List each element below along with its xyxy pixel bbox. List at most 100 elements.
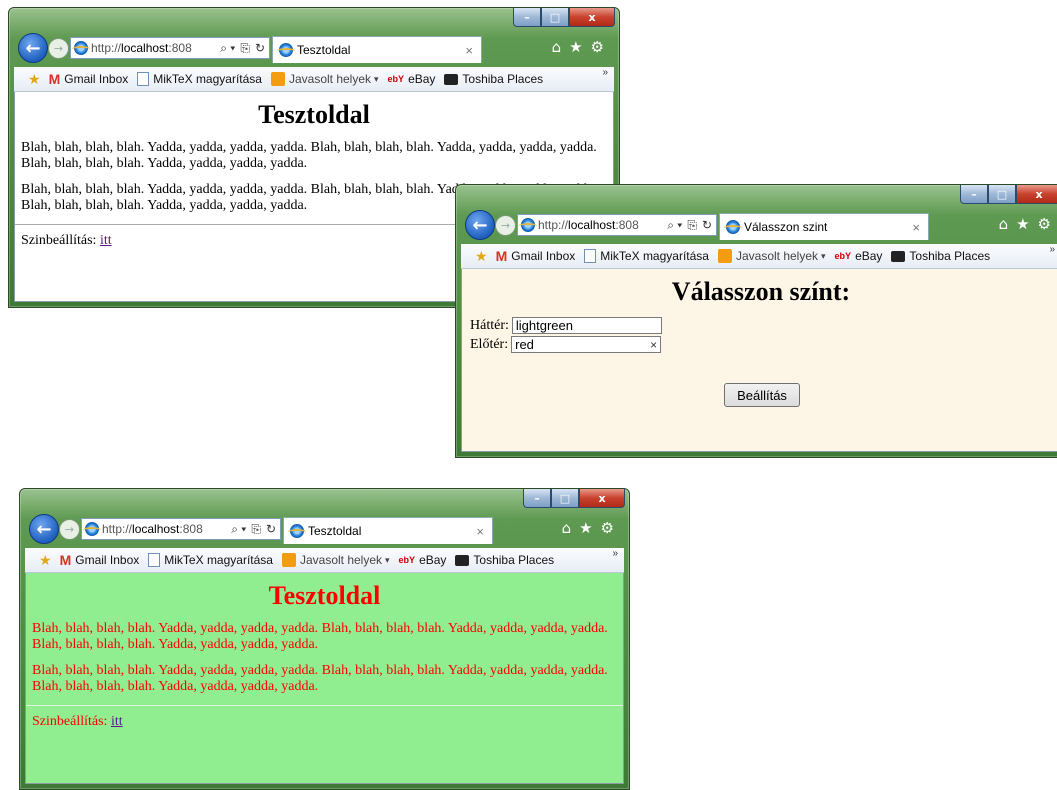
ie-tab-icon — [724, 220, 742, 234]
apply-button[interactable]: Beállítás — [724, 383, 800, 407]
tab-close-icon[interactable]: × — [476, 524, 484, 539]
forward-arrow-icon: → — [500, 219, 511, 232]
favorite-miktex[interactable]: MikTeX magyarítása — [584, 249, 709, 263]
compatibility-view-icon[interactable]: ⎘ — [240, 41, 250, 56]
favorite-toshiba-places[interactable]: Toshiba Places — [455, 553, 554, 567]
more-favorites-icon[interactable]: » — [612, 548, 618, 559]
add-favorites-icon[interactable]: ★ — [39, 552, 52, 569]
page-icon — [148, 553, 161, 567]
suggested-sites-icon — [281, 553, 296, 567]
favorite-gmail-inbox[interactable]: M Gmail Inbox — [60, 552, 140, 568]
tab-close-icon[interactable]: × — [912, 220, 920, 235]
back-arrow-icon: ← — [25, 37, 41, 59]
navigation-bar: ← → http://localhost:808 ⌕ ▾ ⎘ ↻ Tesztol… — [29, 513, 620, 545]
back-arrow-icon: ← — [36, 518, 52, 540]
gmail-icon: M — [48, 71, 61, 87]
gmail-icon: M — [59, 552, 72, 568]
foreground-row: Előtér: red × — [470, 336, 1057, 353]
divider — [26, 705, 623, 706]
background-label: Háttér: — [470, 317, 509, 333]
address-url[interactable]: http://localhost:808 — [538, 218, 639, 232]
browser-window-choose-color: – □ x ← → http://localhost:808 ⌕ ▾ ⎘ ↻ V… — [455, 184, 1057, 458]
background-color-input[interactable]: lightgreen — [511, 317, 662, 334]
favorites-bar: ★ M Gmail Inbox MikTeX magyarítása Javaso… — [14, 67, 614, 92]
search-dropdown-icon[interactable]: ⌕ ▾ — [667, 218, 682, 233]
ebay-icon: ebY — [398, 555, 416, 565]
search-dropdown-icon[interactable]: ⌕ ▾ — [231, 522, 246, 537]
compatibility-view-icon[interactable]: ⎘ — [687, 218, 697, 233]
foreground-color-input[interactable]: red × — [511, 336, 662, 353]
favorites-bar: ★ M Gmail Inbox MikTeX magyarítása Javaso… — [25, 548, 624, 573]
gear-icon[interactable]: ⚙ — [601, 519, 614, 537]
suggested-sites-icon — [717, 249, 732, 263]
ie-page-icon — [83, 522, 101, 536]
back-button[interactable]: ← — [465, 210, 495, 240]
favorite-toshiba-places[interactable]: Toshiba Places — [444, 72, 543, 86]
favorite-gmail-inbox[interactable]: M Gmail Inbox — [496, 248, 576, 264]
address-bar[interactable]: http://localhost:808 ⌕ ▾ ⎘ ↻ — [70, 37, 270, 59]
toshiba-icon — [455, 554, 470, 566]
address-url[interactable]: http://localhost:808 — [91, 41, 192, 55]
refresh-icon[interactable]: ↻ — [255, 41, 265, 56]
address-bar[interactable]: http://localhost:808 ⌕ ▾ ⎘ ↻ — [81, 518, 281, 540]
toolbar-icons: ⌂ ★ ⚙ — [552, 38, 604, 56]
refresh-icon[interactable]: ↻ — [266, 522, 276, 537]
tab-title: Válasszon szint — [744, 220, 828, 234]
chevron-down-icon: ▾ — [385, 554, 390, 565]
favorite-suggested-sites[interactable]: Javasolt helyek ▾ — [717, 249, 826, 263]
favorite-suggested-sites[interactable]: Javasolt helyek ▾ — [270, 72, 379, 86]
forward-button[interactable]: → — [59, 519, 80, 540]
back-arrow-icon: ← — [472, 214, 488, 236]
color-settings-link[interactable]: itt — [100, 233, 112, 248]
favorite-suggested-sites[interactable]: Javasolt helyek ▾ — [281, 553, 390, 567]
favorites-star-icon[interactable]: ★ — [1016, 215, 1029, 233]
foreground-label: Előtér: — [470, 336, 509, 352]
forward-button[interactable]: → — [48, 38, 69, 59]
favorite-miktex[interactable]: MikTeX magyarítása — [137, 72, 262, 86]
tab-close-icon[interactable]: × — [465, 43, 473, 58]
suggested-sites-icon — [270, 72, 285, 86]
favorite-toshiba-places[interactable]: Toshiba Places — [891, 249, 990, 263]
paragraph: Blah, blah, blah, blah. Yadda, yadda, ya… — [32, 663, 608, 694]
favorite-miktex[interactable]: MikTeX magyarítása — [148, 553, 273, 567]
refresh-icon[interactable]: ↻ — [702, 218, 712, 233]
add-favorites-icon[interactable]: ★ — [475, 248, 488, 265]
address-url[interactable]: http://localhost:808 — [102, 522, 203, 536]
gear-icon[interactable]: ⚙ — [591, 38, 604, 56]
compatibility-view-icon[interactable]: ⎘ — [251, 522, 261, 537]
ie-page-icon — [72, 41, 90, 55]
home-icon[interactable]: ⌂ — [999, 215, 1009, 233]
browser-frame: ← → http://localhost:808 ⌕ ▾ ⎘ ↻ Tesztol… — [25, 489, 624, 784]
page-icon — [137, 72, 150, 86]
favorite-ebay[interactable]: ebY eBay — [388, 72, 436, 86]
back-button[interactable]: ← — [29, 514, 59, 544]
more-favorites-icon[interactable]: » — [602, 67, 608, 78]
address-bar[interactable]: http://localhost:808 ⌕ ▾ ⎘ ↻ — [517, 214, 717, 236]
gear-icon[interactable]: ⚙ — [1038, 215, 1051, 233]
toshiba-icon — [444, 73, 459, 85]
chevron-down-icon: ▾ — [374, 73, 379, 84]
browser-tab[interactable]: Válasszon szint × — [719, 213, 929, 240]
page-title: Válasszon színt: — [671, 277, 851, 306]
favorites-star-icon[interactable]: ★ — [569, 38, 582, 56]
favorite-gmail-inbox[interactable]: M Gmail Inbox — [49, 71, 129, 87]
browser-tab[interactable]: Tesztoldal × — [283, 517, 493, 544]
more-favorites-icon[interactable]: » — [1049, 244, 1055, 255]
navigation-bar: ← → http://localhost:808 ⌕ ▾ ⎘ ↻ Válassz… — [465, 209, 1057, 241]
favorite-ebay[interactable]: ebY eBay — [835, 249, 883, 263]
browser-frame: ← → http://localhost:808 ⌕ ▾ ⎘ ↻ Válassz… — [461, 185, 1057, 452]
favorite-ebay[interactable]: ebY eBay — [399, 553, 447, 567]
forward-button[interactable]: → — [495, 215, 516, 236]
home-icon[interactable]: ⌂ — [562, 519, 572, 537]
chevron-down-icon: ▾ — [821, 250, 826, 261]
tab-title: Tesztoldal — [308, 524, 362, 538]
favorites-star-icon[interactable]: ★ — [579, 519, 592, 537]
home-icon[interactable]: ⌂ — [552, 38, 562, 56]
clear-input-icon[interactable]: × — [650, 338, 657, 352]
color-settings-line: Szinbeállítás: itt — [32, 714, 123, 729]
add-favorites-icon[interactable]: ★ — [28, 71, 41, 88]
back-button[interactable]: ← — [18, 33, 48, 63]
search-dropdown-icon[interactable]: ⌕ ▾ — [220, 41, 235, 56]
browser-tab[interactable]: Tesztoldal × — [272, 36, 482, 63]
color-settings-link[interactable]: itt — [111, 714, 123, 729]
